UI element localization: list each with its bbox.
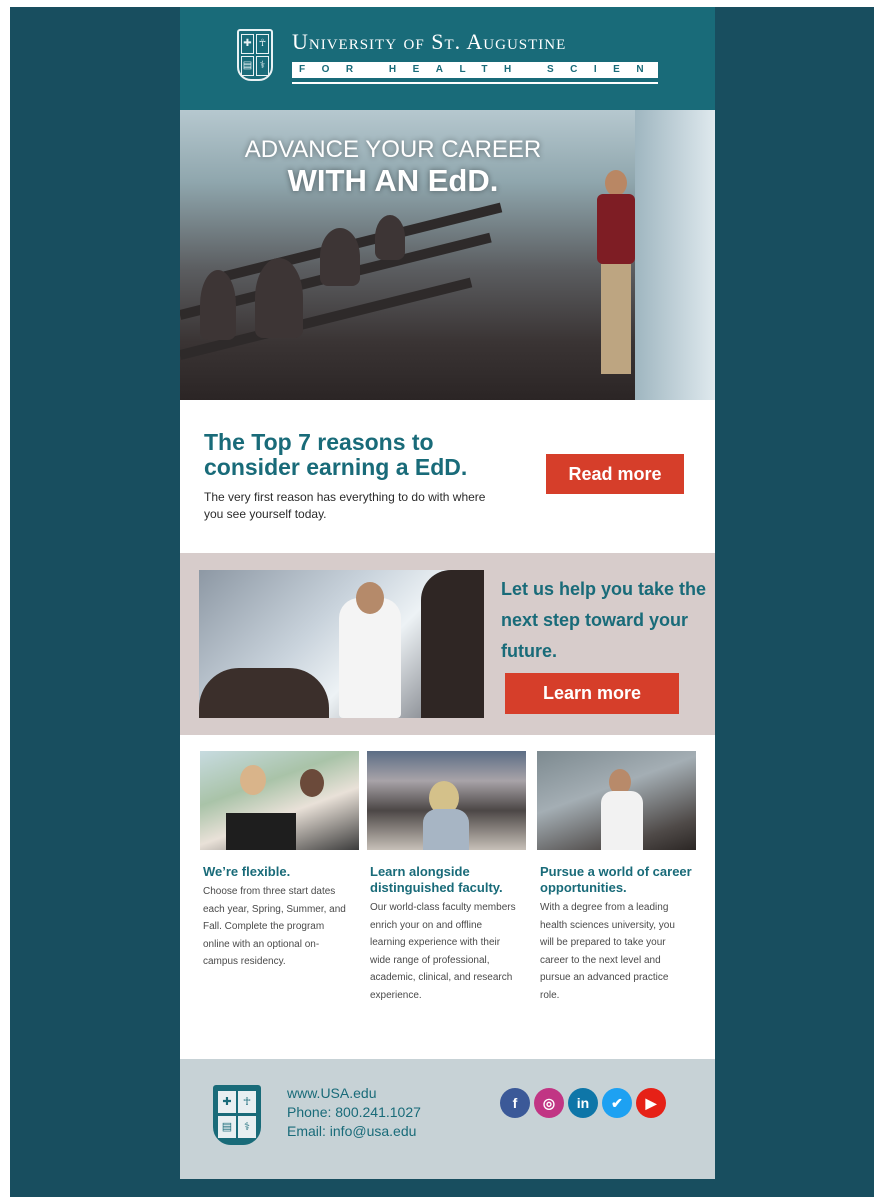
hero-instructor	[595, 170, 637, 380]
feature-body: Choose from three start dates each year,…	[203, 886, 346, 967]
feature-title: Pursue a world of career opportunities.	[540, 864, 692, 895]
help-heading: Let us help you take the next step towar…	[501, 579, 707, 661]
university-name[interactable]: University of St. Augustine	[292, 29, 566, 55]
email-body: ✚ ☥ ▤ ⚕ University of St. Augustine FOR …	[180, 7, 715, 1179]
feature-body: Our world-class faculty members enrich y…	[370, 902, 516, 1001]
email-link[interactable]: Email: info@usa.edu	[287, 1122, 421, 1141]
feature-column: Learn alongside distinguished faculty. O…	[367, 751, 526, 1004]
reasons-heading: The Top 7 reasons to consider earning a …	[204, 429, 468, 480]
instagram-icon[interactable]: ◎	[534, 1088, 564, 1118]
feature-column: Pursue a world of career opportunities. …	[537, 751, 696, 1004]
reasons-body: The very first reason has everything to …	[204, 490, 486, 521]
university-tagline: FOR HEALTH SCIENCES	[292, 62, 658, 78]
hero-banner[interactable]: ADVANCE YOUR CAREER WITH AN EdD.	[180, 110, 715, 400]
help-section: Let us help you take the next step towar…	[180, 553, 715, 735]
hero-headline-line1: ADVANCE YOUR CAREER	[244, 136, 542, 163]
youtube-icon[interactable]: ▶	[636, 1088, 666, 1118]
hero-student	[375, 215, 405, 260]
footer-contact: www.USA.edu Phone: 800.241.1027 Email: i…	[287, 1084, 421, 1141]
social-links: f ◎ in ✔ ▶	[500, 1088, 666, 1118]
hero-student	[255, 258, 303, 338]
website-link[interactable]: www.USA.edu	[287, 1084, 421, 1103]
learn-more-button[interactable]: Learn more	[505, 673, 679, 714]
help-photo[interactable]	[199, 570, 484, 718]
hero-headline-line2: WITH AN EdD.	[287, 163, 499, 198]
feature-photo[interactable]	[200, 751, 359, 850]
feature-photo[interactable]	[537, 751, 696, 850]
email-footer: ✚ ☥ ▤ ⚕ www.USA.edu Phone: 800.241.1027 …	[180, 1059, 715, 1179]
header-rule	[292, 82, 658, 84]
email-header: ✚ ☥ ▤ ⚕ University of St. Augustine FOR …	[180, 7, 715, 110]
feature-body: With a degree from a leading health scie…	[540, 902, 675, 1001]
feature-photo[interactable]	[367, 751, 526, 850]
hero-student	[200, 270, 236, 340]
linkedin-icon[interactable]: in	[568, 1088, 598, 1118]
read-more-button[interactable]: Read more	[546, 454, 684, 494]
university-shield-icon: ✚ ☥ ▤ ⚕	[237, 29, 273, 81]
feature-title: We’re flexible.	[203, 864, 291, 879]
hero-student	[320, 228, 360, 286]
hero-screen-wall	[635, 110, 715, 400]
features-section: We’re flexible. Choose from three start …	[180, 735, 715, 1059]
twitter-icon[interactable]: ✔	[602, 1088, 632, 1118]
facebook-icon[interactable]: f	[500, 1088, 530, 1118]
phone-link[interactable]: Phone: 800.241.1027	[287, 1103, 421, 1122]
reasons-section: The Top 7 reasons to consider earning a …	[180, 403, 715, 553]
footer-shield-icon[interactable]: ✚ ☥ ▤ ⚕	[213, 1085, 261, 1145]
feature-title: Learn alongside distinguished faculty.	[370, 864, 503, 895]
feature-column: We’re flexible. Choose from three start …	[200, 751, 359, 971]
